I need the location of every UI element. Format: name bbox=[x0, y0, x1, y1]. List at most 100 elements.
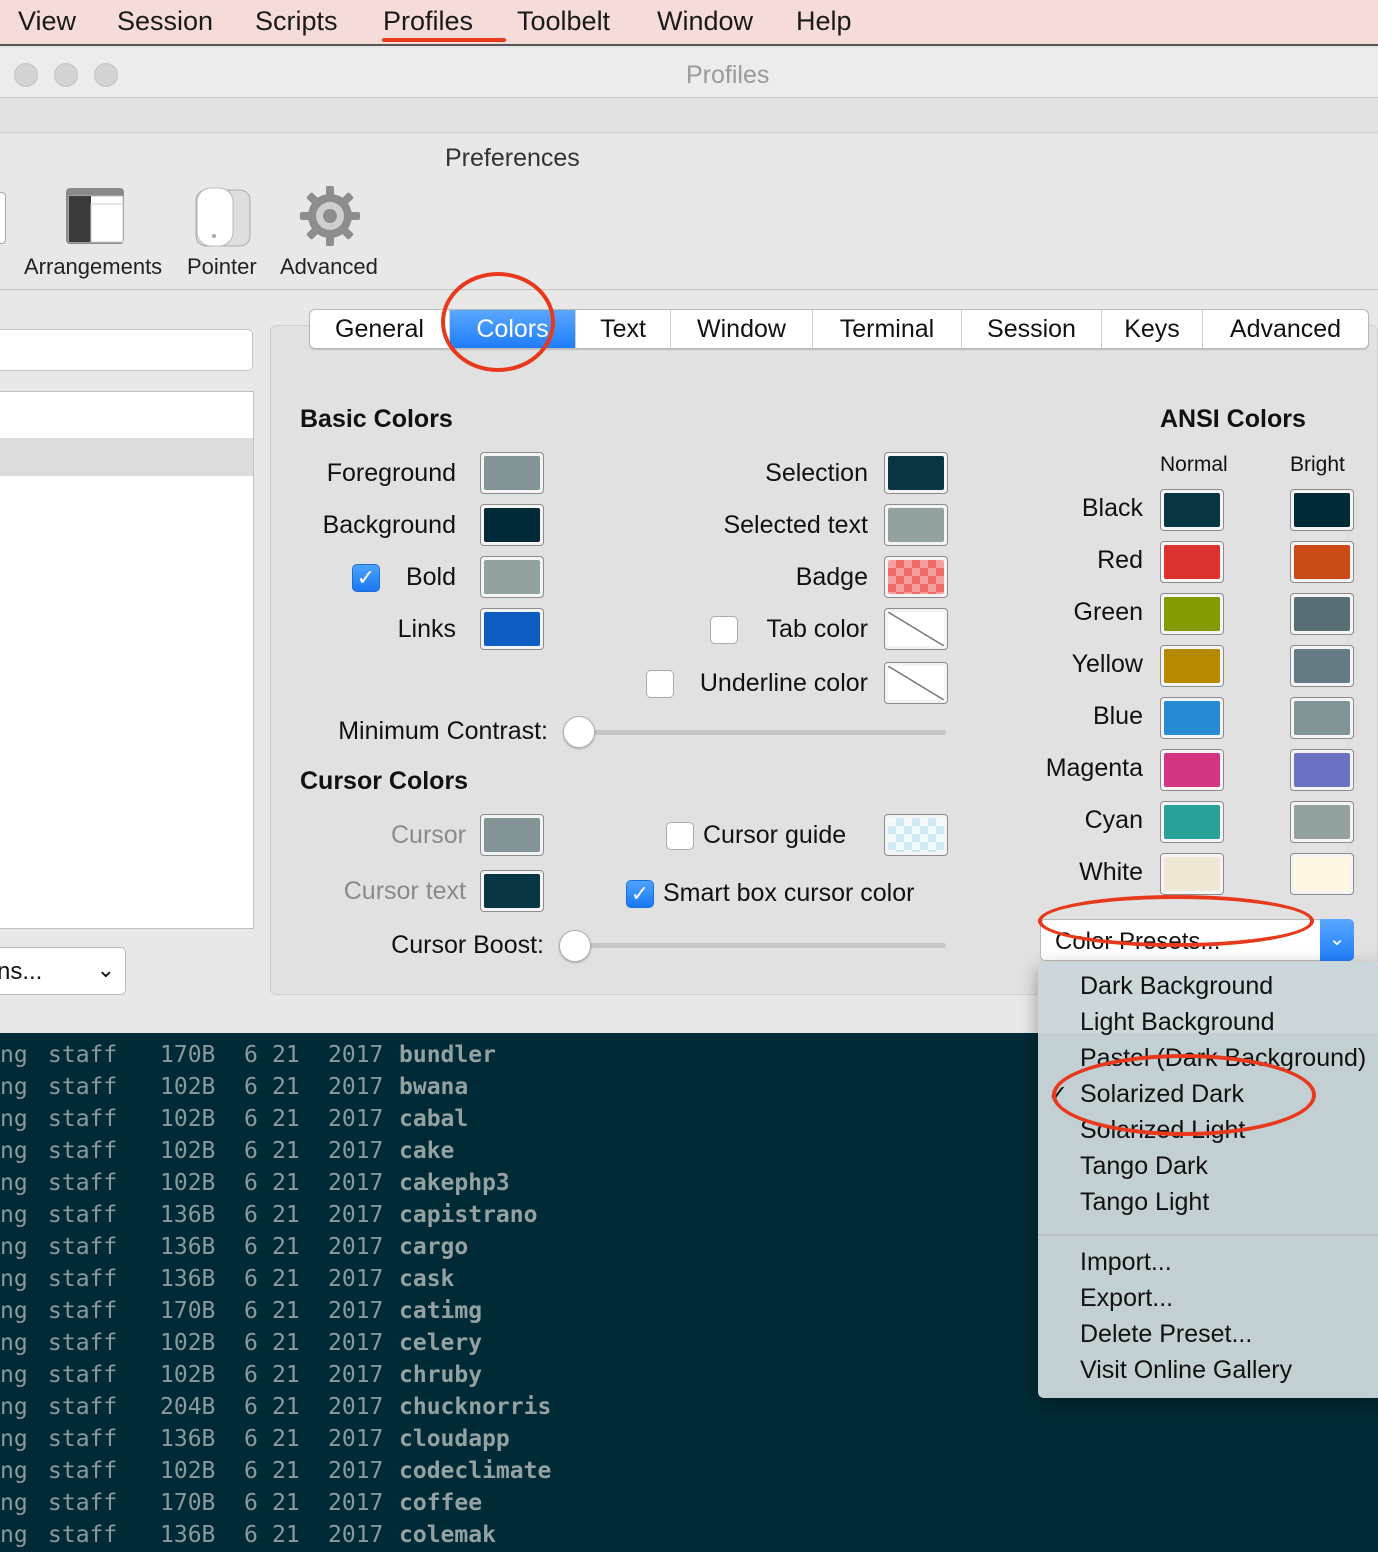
window-toolbar-band bbox=[0, 99, 1378, 133]
pointer-mouse-icon[interactable] bbox=[194, 186, 254, 248]
ansi-blue-bright-well[interactable] bbox=[1290, 697, 1354, 739]
tab-terminal[interactable]: Terminal bbox=[813, 310, 962, 348]
ansi-green-bright-well[interactable] bbox=[1290, 593, 1354, 635]
links-color-well[interactable] bbox=[480, 608, 544, 650]
tab-text[interactable]: Text bbox=[576, 310, 671, 348]
ansi-blue-normal-well[interactable] bbox=[1160, 697, 1224, 739]
minimum-contrast-knob[interactable] bbox=[563, 716, 595, 748]
ansi-cyan-bright-well[interactable] bbox=[1290, 801, 1354, 843]
cursor-boost-label: Cursor Boost: bbox=[391, 931, 544, 959]
terminal-group: staff bbox=[48, 1106, 118, 1132]
bold-checkbox[interactable]: ✓ bbox=[352, 564, 380, 592]
terminal-size: 102B bbox=[160, 1138, 216, 1164]
tab-general[interactable]: General bbox=[310, 310, 450, 348]
terminal-prefix: ng bbox=[0, 1042, 28, 1068]
cursor-color-well[interactable] bbox=[480, 814, 544, 856]
preset-tango-dark[interactable]: Tango Dark bbox=[1080, 1152, 1208, 1181]
preset-light-background[interactable]: Light Background bbox=[1080, 1008, 1275, 1037]
terminal-prefix: ng bbox=[0, 1522, 28, 1548]
badge-color-well[interactable] bbox=[884, 556, 948, 598]
color-swatch bbox=[484, 508, 540, 542]
preset-tango-light[interactable]: Tango Light bbox=[1080, 1188, 1209, 1217]
tab-color-well[interactable] bbox=[884, 608, 948, 650]
ansi-red-bright-well[interactable] bbox=[1290, 541, 1354, 583]
annotation-circle-solarized-dark bbox=[1052, 1054, 1316, 1136]
preset-visit-online-gallery[interactable]: Visit Online Gallery bbox=[1080, 1356, 1292, 1385]
menu-view[interactable]: View bbox=[18, 6, 76, 37]
cursor-boost-slider[interactable] bbox=[574, 943, 946, 948]
terminal-year: 2017 bbox=[328, 1042, 384, 1068]
terminal-month: 6 bbox=[244, 1362, 258, 1388]
profile-search-input[interactable] bbox=[0, 329, 253, 371]
ansi-black-normal-well[interactable] bbox=[1160, 489, 1224, 531]
ansi-green-normal-well[interactable] bbox=[1160, 593, 1224, 635]
ansi-magenta-normal-well[interactable] bbox=[1160, 749, 1224, 791]
foreground-color-well[interactable] bbox=[480, 452, 544, 494]
arrangements-icon[interactable] bbox=[64, 186, 128, 246]
ansi-yellow-normal-well[interactable] bbox=[1160, 645, 1224, 687]
tab-window[interactable]: Window bbox=[671, 310, 813, 348]
color-swatch bbox=[888, 456, 944, 490]
terminal-day: 21 bbox=[272, 1170, 300, 1196]
close-window-button[interactable] bbox=[14, 63, 38, 87]
tab-color-checkbox[interactable] bbox=[710, 616, 738, 644]
ansi-cyan-normal-well[interactable] bbox=[1160, 801, 1224, 843]
menu-profiles[interactable]: Profiles bbox=[383, 6, 473, 37]
terminal-day: 21 bbox=[272, 1202, 300, 1228]
selected-text-color-well[interactable] bbox=[884, 504, 948, 546]
menu-toolbelt[interactable]: Toolbelt bbox=[517, 6, 610, 37]
cursor-boost-knob[interactable] bbox=[559, 930, 591, 962]
ansi-red-normal-well[interactable] bbox=[1160, 541, 1224, 583]
color-swatch bbox=[1294, 597, 1350, 631]
minimum-contrast-slider[interactable] bbox=[578, 730, 946, 735]
preset-import[interactable]: Import... bbox=[1080, 1248, 1172, 1277]
profile-list[interactable] bbox=[0, 391, 254, 929]
color-swatch bbox=[1164, 597, 1220, 631]
profile-row-selected[interactable] bbox=[0, 438, 253, 476]
color-swatch bbox=[1164, 649, 1220, 683]
cursor-text-color-well[interactable] bbox=[480, 870, 544, 912]
menu-help[interactable]: Help bbox=[796, 6, 852, 37]
toolbar-advanced-label[interactable]: Advanced bbox=[280, 254, 378, 280]
toolbar-pointer-label[interactable]: Pointer bbox=[187, 254, 257, 280]
other-actions-popup[interactable]: ns... ⌄ bbox=[0, 947, 126, 995]
ansi-white-bright-well[interactable] bbox=[1290, 853, 1354, 895]
ansi-magenta-bright-well[interactable] bbox=[1290, 749, 1354, 791]
terminal-name: bwana bbox=[399, 1074, 469, 1100]
terminal-name: cloudapp bbox=[399, 1426, 510, 1452]
ansi-black-bright-well[interactable] bbox=[1290, 489, 1354, 531]
menu-scripts[interactable]: Scripts bbox=[255, 6, 338, 37]
cursor-guide-color-well[interactable] bbox=[884, 814, 948, 856]
gear-icon[interactable] bbox=[298, 184, 362, 248]
terminal-group: staff bbox=[48, 1266, 118, 1292]
ansi-yellow-bright-well[interactable] bbox=[1290, 645, 1354, 687]
underline-color-well[interactable] bbox=[884, 662, 948, 704]
profiles-partial-icon[interactable] bbox=[0, 192, 6, 244]
ansi-white-normal-well[interactable] bbox=[1160, 853, 1224, 895]
toolbar-arrangements-label[interactable]: Arrangements bbox=[24, 254, 162, 280]
color-swatch bbox=[484, 456, 540, 490]
terminal-day: 21 bbox=[272, 1330, 300, 1356]
bold-color-well[interactable] bbox=[480, 556, 544, 598]
preset-export[interactable]: Export... bbox=[1080, 1284, 1173, 1313]
terminal-size: 102B bbox=[160, 1362, 216, 1388]
terminal-month: 6 bbox=[244, 1266, 258, 1292]
menu-window[interactable]: Window bbox=[657, 6, 753, 37]
menu-session[interactable]: Session bbox=[117, 6, 213, 37]
selection-color-well[interactable] bbox=[884, 452, 948, 494]
terminal-year: 2017 bbox=[328, 1266, 384, 1292]
color-swatch bbox=[1294, 857, 1350, 891]
preset-delete[interactable]: Delete Preset... bbox=[1080, 1320, 1252, 1349]
tab-advanced[interactable]: Advanced bbox=[1203, 310, 1368, 348]
cursor-guide-checkbox[interactable] bbox=[666, 822, 694, 850]
smart-box-cursor-checkbox[interactable]: ✓ bbox=[626, 880, 654, 908]
zoom-window-button[interactable] bbox=[94, 63, 118, 87]
ansi-green-label: Green bbox=[1073, 598, 1143, 626]
tab-keys[interactable]: Keys bbox=[1102, 310, 1203, 348]
minimize-window-button[interactable] bbox=[54, 63, 78, 87]
background-color-well[interactable] bbox=[480, 504, 544, 546]
tab-session[interactable]: Session bbox=[962, 310, 1102, 348]
terminal-day: 21 bbox=[272, 1138, 300, 1164]
underline-color-checkbox[interactable] bbox=[646, 670, 674, 698]
preset-dark-background[interactable]: Dark Background bbox=[1080, 972, 1273, 1001]
